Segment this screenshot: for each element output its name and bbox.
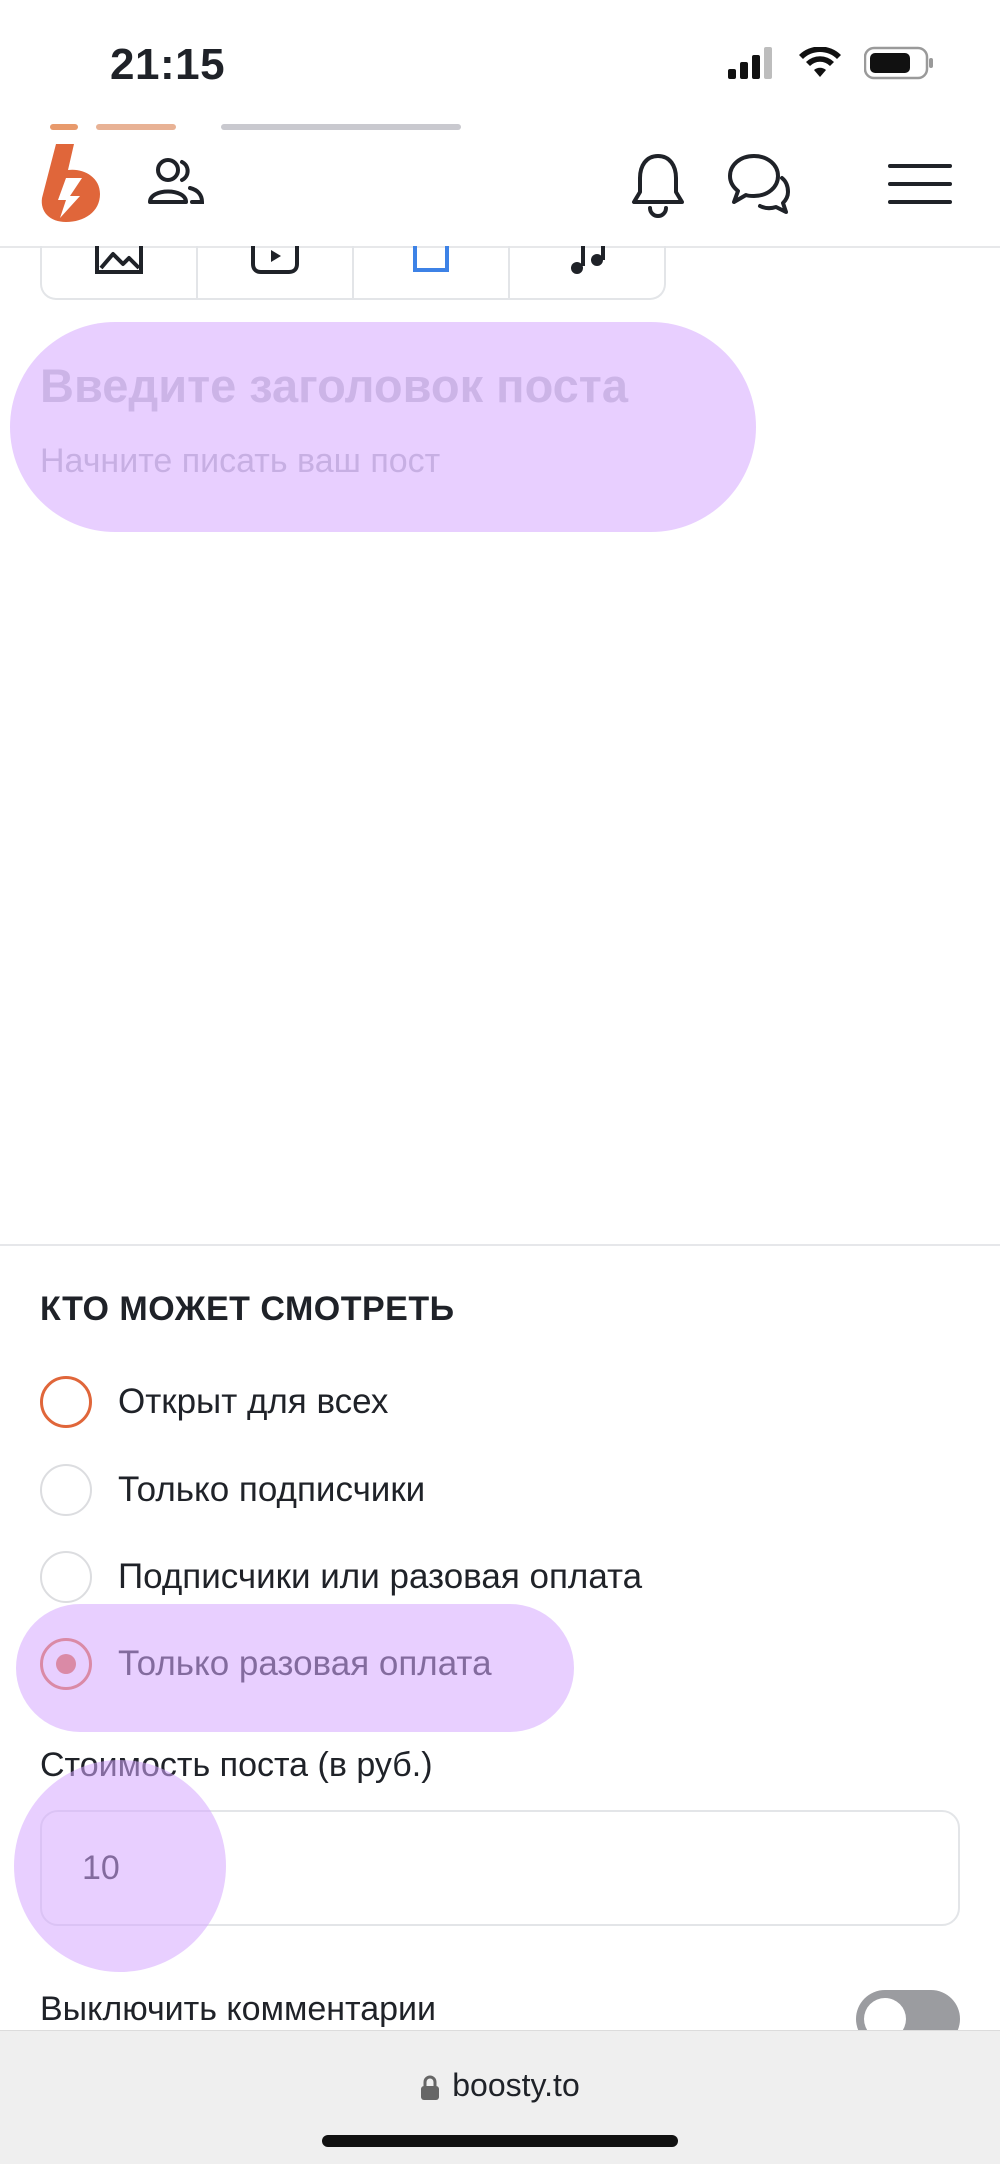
file-icon	[413, 246, 449, 272]
toolbar-video-button[interactable]	[198, 246, 354, 298]
status-bar: 21:15	[0, 0, 1000, 120]
post-title-input[interactable]: Введите заголовок поста	[40, 350, 920, 422]
chat-icon[interactable]	[726, 152, 792, 216]
menu-icon[interactable]	[888, 162, 952, 206]
radio-label: Только подписчики	[118, 1470, 426, 1509]
radio-open[interactable]	[40, 1376, 92, 1428]
status-time: 21:15	[110, 40, 226, 89]
boosty-logo-icon[interactable]	[36, 140, 106, 224]
music-icon	[571, 246, 605, 274]
post-body-input[interactable]: Начните писать ваш пост	[40, 442, 920, 481]
radio-label: Только разовая оплата	[118, 1644, 492, 1683]
image-icon	[95, 246, 143, 274]
visibility-option-subscribers-or-payment[interactable]: Подписчики или разовая оплата	[40, 1547, 642, 1607]
url-bar[interactable]: boosty.to	[0, 2067, 1000, 2104]
section-divider	[0, 1244, 1000, 1246]
visibility-option-open[interactable]: Открыт для всех	[40, 1372, 388, 1432]
scrolled-ghost-text	[40, 116, 520, 130]
radio-label: Открыт для всех	[118, 1382, 389, 1421]
radio-payment-only[interactable]	[40, 1638, 92, 1690]
price-input[interactable]	[40, 1810, 960, 1926]
browser-bar: boosty.to	[0, 2030, 1000, 2164]
radio-subscribers[interactable]	[40, 1464, 92, 1516]
video-icon	[251, 246, 299, 274]
app-header	[0, 120, 1000, 248]
bell-icon[interactable]	[630, 152, 686, 218]
visibility-option-payment-only[interactable]: Только разовая оплата	[40, 1634, 492, 1694]
post-editor: Введите заголовок поста Начните писать в…	[40, 350, 920, 481]
visibility-section-title: КТО МОЖЕТ СМОТРЕТЬ	[40, 1290, 455, 1328]
cellular-signal-icon	[728, 47, 772, 79]
wifi-icon	[799, 47, 841, 77]
home-indicator[interactable]	[322, 2135, 678, 2147]
lock-icon	[421, 2075, 440, 2100]
toolbar-music-button[interactable]	[510, 246, 664, 298]
status-icons	[728, 46, 934, 80]
toolbar-image-button[interactable]	[42, 246, 198, 298]
visibility-option-subscribers[interactable]: Только подписчики	[40, 1460, 425, 1520]
price-label: Стоимость поста (в руб.)	[40, 1746, 433, 1784]
toolbar-file-button[interactable]	[354, 246, 510, 298]
battery-icon	[864, 46, 933, 80]
editor-toolbar	[40, 246, 666, 300]
comments-label: Выключить комментарии	[40, 1990, 436, 2028]
radio-label: Подписчики или разовая оплата	[118, 1557, 643, 1596]
comments-row: Выключить комментарии	[40, 1990, 960, 2048]
radio-subscribers-or-payment[interactable]	[40, 1551, 92, 1603]
people-icon[interactable]	[146, 154, 206, 210]
url-text: boosty.to	[452, 2067, 580, 2103]
